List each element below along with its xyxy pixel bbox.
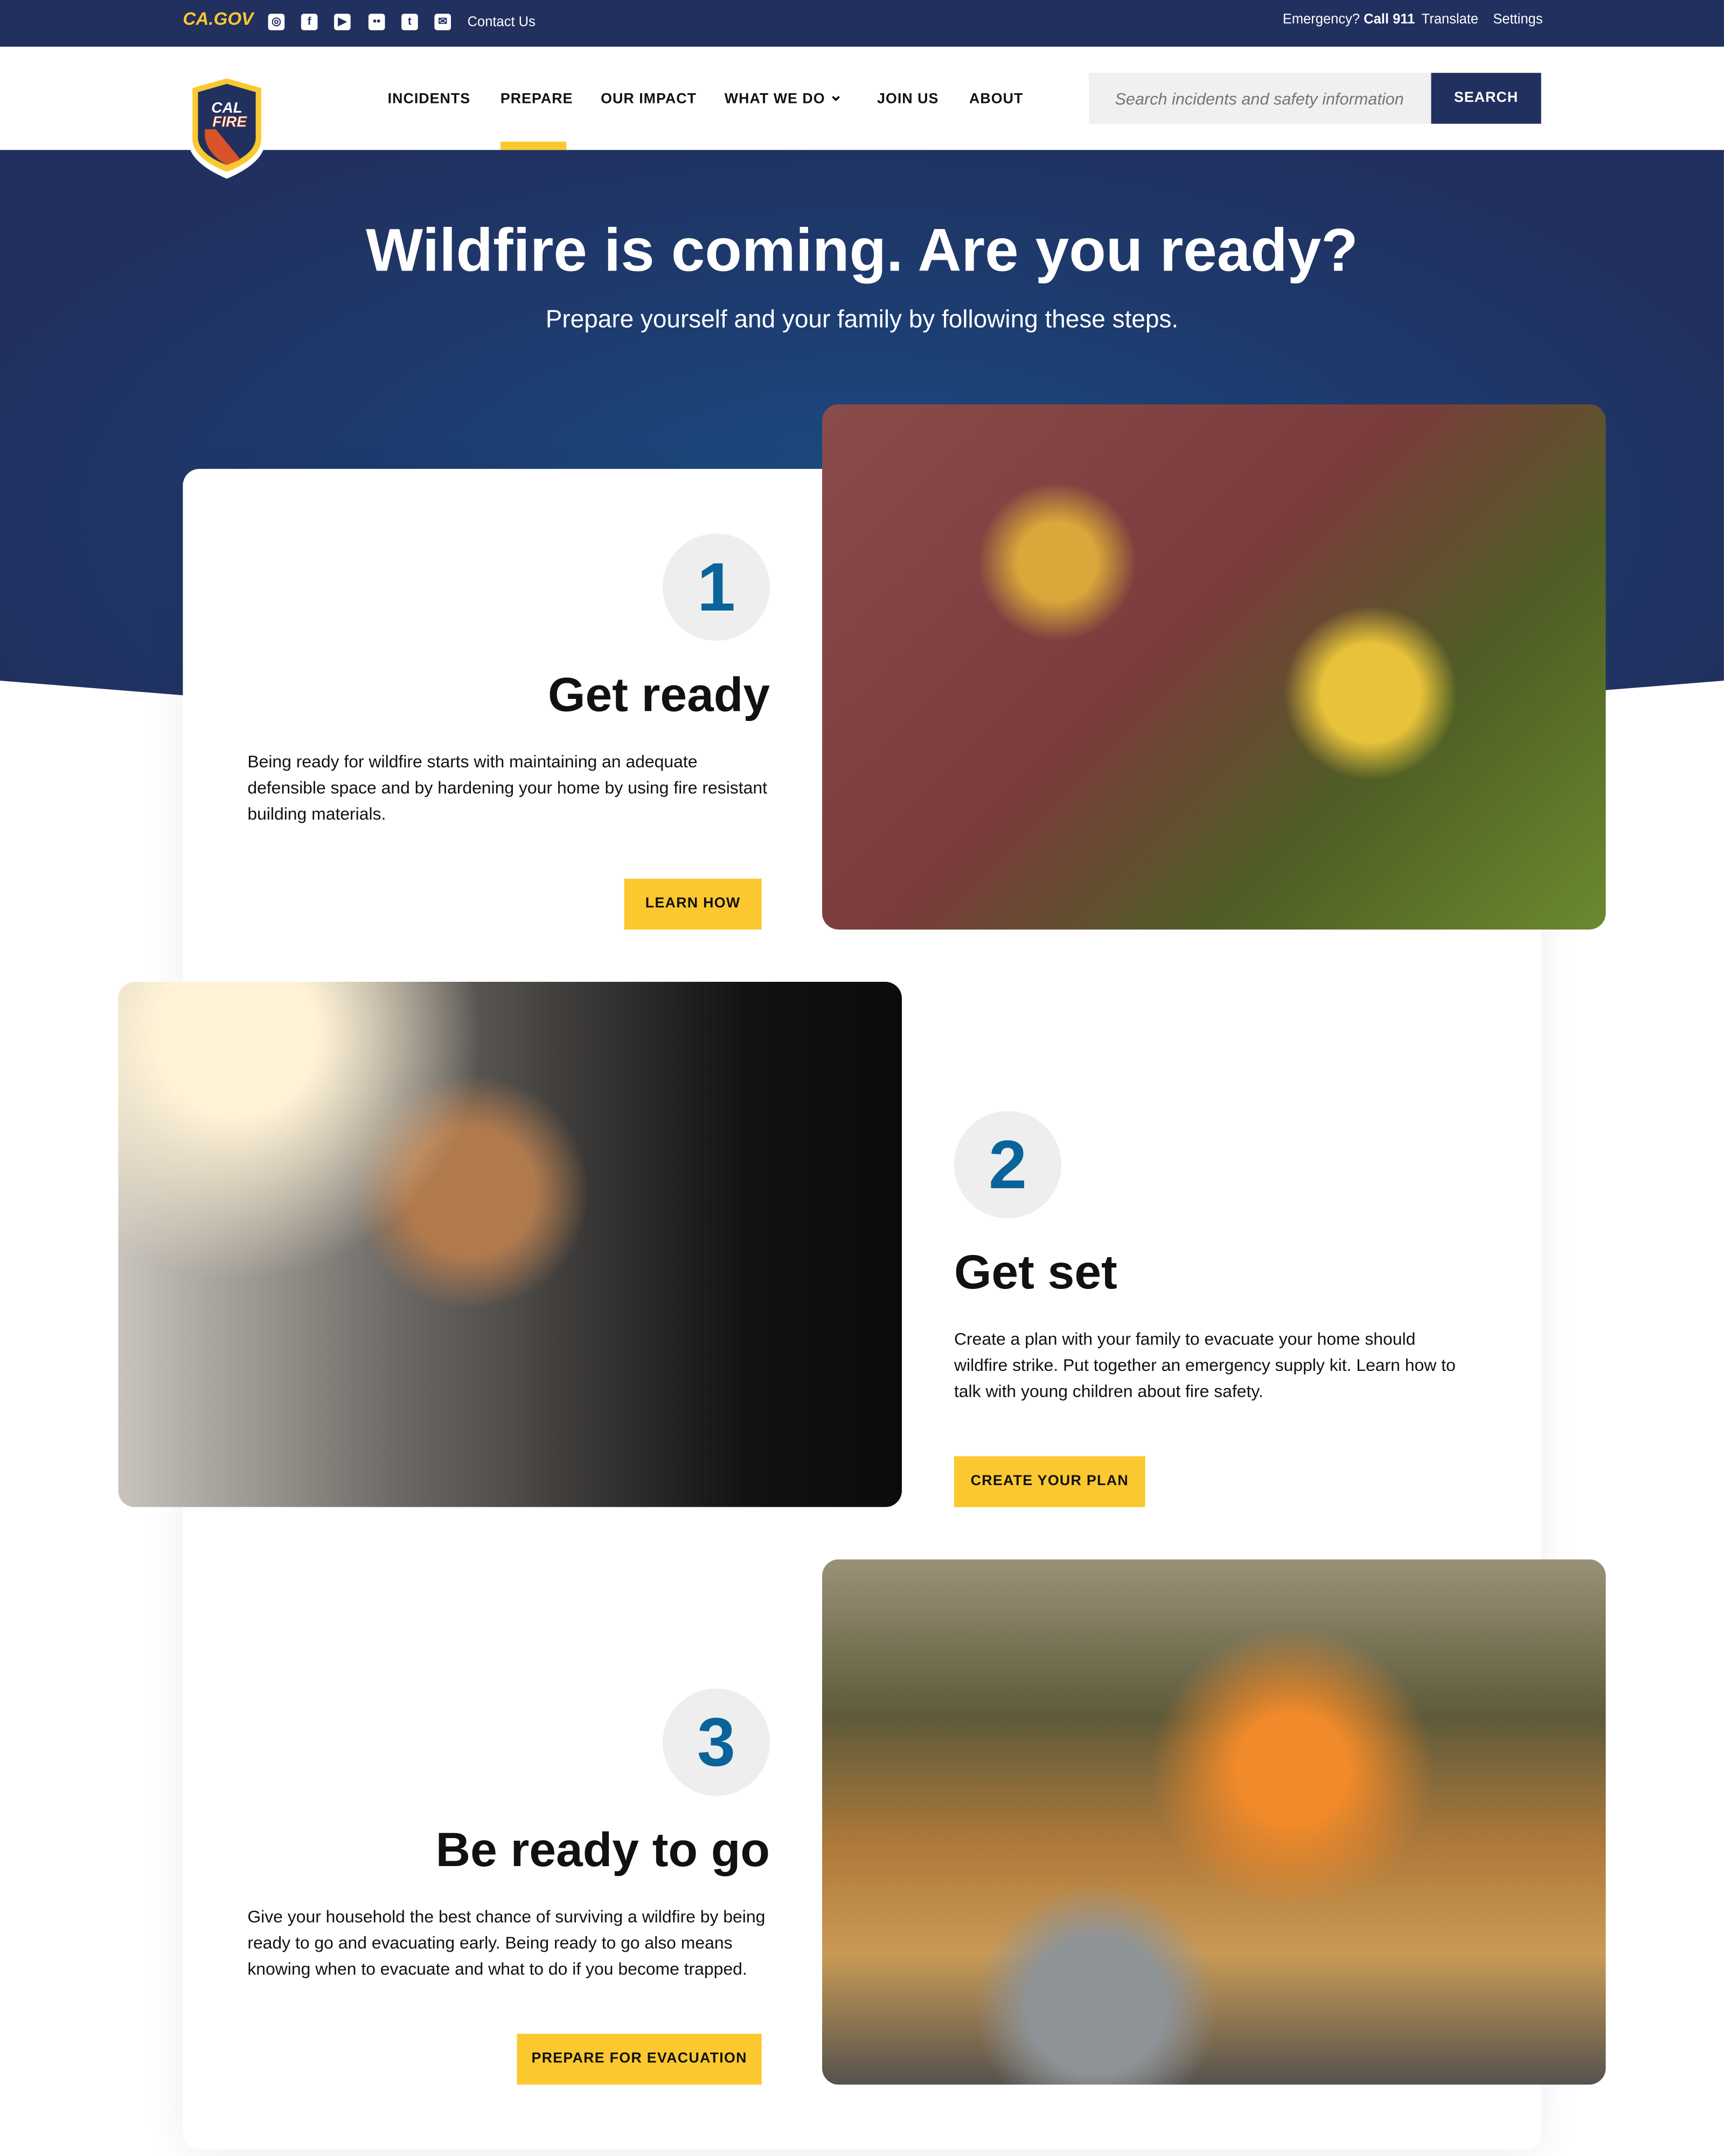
step-description: Create a plan with your family to evacua…: [954, 1329, 1456, 1402]
nav-about[interactable]: ABOUT: [969, 91, 1023, 107]
step-title: Be ready to go: [435, 1823, 770, 1877]
top-utility-bar: CA.GOV ◎ f ▶ •• t ✉ Contact Us Emergency…: [0, 0, 1724, 47]
youtube-icon[interactable]: ▶: [334, 13, 351, 31]
search-button[interactable]: SEARCH: [1431, 73, 1541, 124]
nav-active-indicator: [500, 141, 567, 150]
facebook-icon[interactable]: f: [301, 13, 318, 31]
search-input[interactable]: [1089, 73, 1431, 124]
step-description: Being ready for wildfire starts with mai…: [247, 752, 767, 824]
step-title: Get set: [954, 1245, 1117, 1300]
svg-text:FIRE: FIRE: [212, 113, 247, 130]
wildfire-road-image: [822, 1559, 1606, 2085]
nav-incidents[interactable]: INCIDENTS: [388, 91, 471, 107]
hero-title: Wildfire is coming. Are you ready?: [366, 217, 1358, 285]
step-number-badge: 3: [662, 1688, 770, 1796]
cal-fire-logo[interactable]: CAL FIRE: [185, 74, 268, 179]
nav-join-us[interactable]: JOIN US: [877, 91, 939, 107]
nav-what-we-do[interactable]: WHAT WE DO: [725, 91, 825, 107]
settings-link[interactable]: Settings: [1493, 12, 1542, 27]
hero-subtitle: Prepare yourself and your family by foll…: [545, 305, 1179, 333]
emergency-link[interactable]: Emergency? Call 911: [1283, 12, 1415, 27]
step-title: Get ready: [547, 668, 770, 722]
nav-prepare[interactable]: PREPARE: [500, 91, 573, 107]
email-icon[interactable]: ✉: [434, 13, 451, 31]
learn-how-button[interactable]: LEARN HOW: [624, 878, 762, 930]
twitter-icon[interactable]: t: [401, 13, 418, 31]
step-number-badge: 2: [954, 1111, 1061, 1218]
flickr-icon[interactable]: ••: [368, 13, 385, 31]
translate-link[interactable]: Translate: [1422, 12, 1478, 27]
prepare-for-evacuation-button[interactable]: PREPARE FOR EVACUATION: [517, 2034, 762, 2085]
gutter-leaves-image: [822, 404, 1606, 930]
nav-our-impact[interactable]: OUR IMPACT: [601, 91, 697, 107]
family-tablet-image: [118, 981, 902, 1507]
chevron-down-icon[interactable]: ⌄: [829, 85, 843, 105]
step-number-badge: 1: [662, 533, 770, 641]
instagram-icon[interactable]: ◎: [268, 13, 285, 31]
emergency-prefix: Emergency?: [1282, 12, 1360, 28]
emergency-call: Call 911: [1364, 12, 1415, 28]
create-your-plan-button[interactable]: CREATE YOUR PLAN: [954, 1456, 1145, 1507]
cagov-logo[interactable]: CA.GOV: [183, 8, 253, 29]
step-description: Give your household the best chance of s…: [247, 1907, 766, 1979]
contact-us-link[interactable]: Contact Us: [468, 15, 536, 30]
